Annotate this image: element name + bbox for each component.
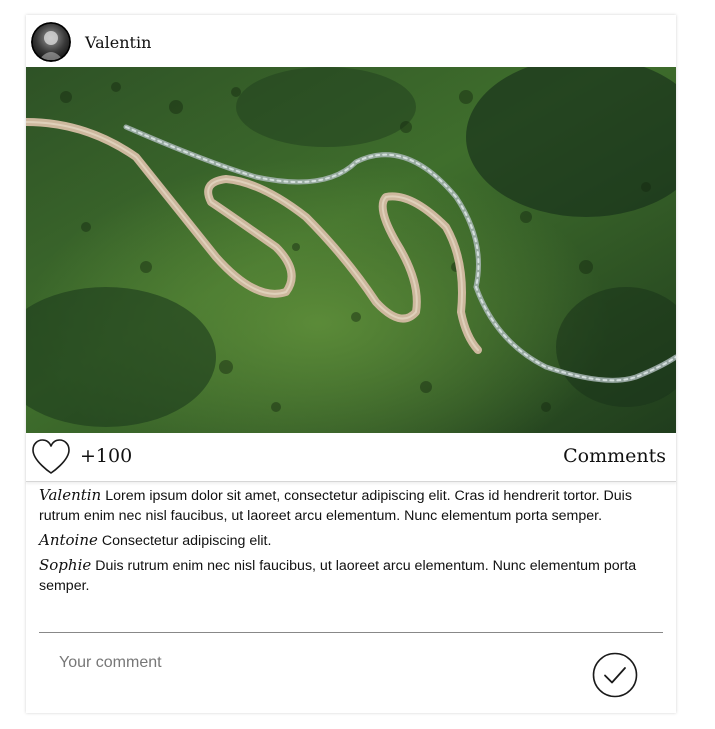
comment-author[interactable]: Valentin [39,486,101,504]
avatar-image [31,22,71,62]
comments-link[interactable]: Comments [563,445,666,467]
post-photo [26,67,676,433]
comment-input[interactable] [59,649,579,677]
composer-divider [39,632,663,633]
heart-outline-icon[interactable] [30,438,72,476]
comment-item: Sophie Duis rutrum enim nec nisl faucibu… [39,555,655,596]
like-count: +100 [80,445,133,467]
comment-list: Valentin Lorem ipsum dolor sit amet, con… [39,483,655,600]
comment-text: Consectetur adipiscing elit. [101,533,272,549]
comment-item: Valentin Lorem ipsum dolor sit amet, con… [39,485,655,526]
post-username[interactable]: Valentin [85,33,151,52]
post-header: Valentin [26,15,676,67]
post-card: Valentin +100 Comments Valentin Lorem ip… [26,15,676,713]
comment-text: Lorem ipsum dolor sit amet, consectetur … [39,488,632,524]
comment-author[interactable]: Sophie [39,556,91,574]
comment-text: Duis rutrum enim nec nisl faucibus, ut l… [39,558,637,594]
comment-item: Antoine Consectetur adipiscing elit. [39,530,655,551]
avatar[interactable] [31,22,71,62]
check-circle-icon[interactable] [592,652,638,698]
post-actions-bar: +100 Comments [26,433,676,482]
comment-author[interactable]: Antoine [39,531,98,549]
